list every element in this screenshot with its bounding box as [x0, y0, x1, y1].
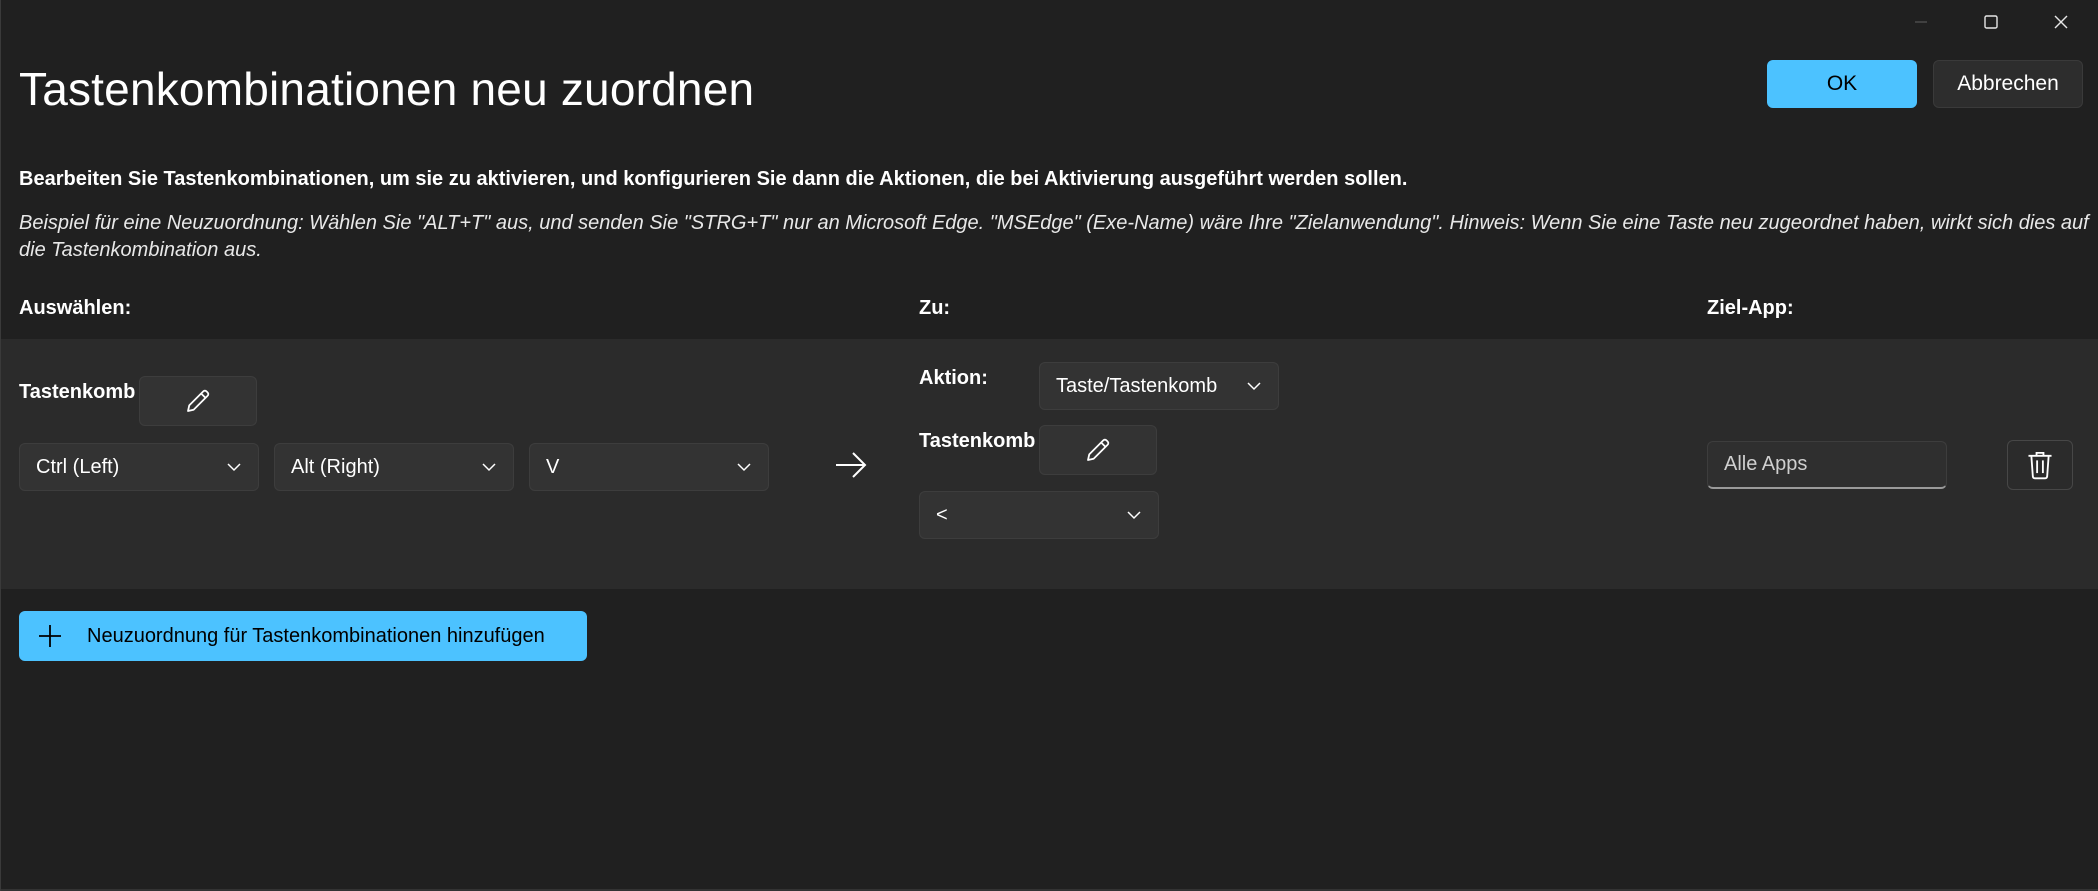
remap-shortcuts-window: Tastenkombinationen neu zuordnen OK Abbr… [0, 0, 2098, 891]
target-app-input[interactable] [1707, 441, 1947, 489]
example-text: Beispiel für eine Neuzuordnung: Wählen S… [19, 212, 2089, 261]
dropdown-value: V [546, 455, 560, 478]
pencil-icon [1087, 438, 1110, 461]
trash-icon [2028, 451, 2052, 480]
maximize-button[interactable] [1956, 0, 2026, 44]
ok-button[interactable]: OK [1767, 60, 1917, 108]
dropdown-value: Alt (Right) [291, 455, 380, 478]
description-text: Bearbeiten Sie Tastenkombinationen, um s… [19, 168, 1408, 190]
dropdown-value: < [936, 503, 948, 526]
target-key-dropdown[interactable]: < [919, 491, 1159, 539]
source-key-dropdown-1[interactable]: Ctrl (Left) [19, 443, 259, 491]
chevron-down-icon [481, 462, 497, 472]
column-header-target-app: Ziel-App: [1707, 297, 1794, 319]
source-edit-button[interactable] [139, 376, 257, 426]
dropdown-value: Ctrl (Left) [36, 455, 120, 478]
close-icon [2054, 15, 2068, 29]
chevron-down-icon [1246, 381, 1262, 391]
chevron-down-icon [736, 462, 752, 472]
target-edit-button[interactable] [1039, 425, 1157, 475]
page-title: Tastenkombinationen neu zuordnen [19, 63, 755, 115]
column-header-to: Zu: [919, 297, 951, 319]
add-button-label: Neuzuordnung für Tastenkombinationen hin… [87, 624, 545, 647]
action-label: Aktion: [919, 367, 988, 389]
source-shortcut-label: Tastenkomb [19, 381, 136, 403]
cancel-button[interactable]: Abbrechen [1933, 60, 2083, 108]
source-key-dropdown-3[interactable]: V [529, 443, 769, 491]
pencil-icon [187, 389, 210, 412]
dropdown-value: Taste/Tastenkomb [1056, 374, 1218, 397]
add-shortcut-remap-button[interactable]: Neuzuordnung für Tastenkombinationen hin… [19, 611, 587, 661]
delete-row-button[interactable] [2007, 440, 2073, 490]
plus-icon [37, 623, 63, 649]
minimize-icon [1915, 21, 1927, 23]
column-header-select: Auswählen: [19, 297, 132, 319]
source-key-dropdown-2[interactable]: Alt (Right) [274, 443, 514, 491]
arrow-right-icon [836, 452, 867, 478]
minimize-button[interactable] [1886, 0, 1956, 44]
chevron-down-icon [226, 462, 242, 472]
chevron-down-icon [1126, 510, 1142, 520]
action-type-dropdown[interactable]: Taste/Tastenkomb [1039, 362, 1279, 410]
close-button[interactable] [2026, 0, 2096, 44]
maximize-icon [1984, 15, 1998, 29]
target-shortcut-label: Tastenkomb [919, 430, 1036, 452]
